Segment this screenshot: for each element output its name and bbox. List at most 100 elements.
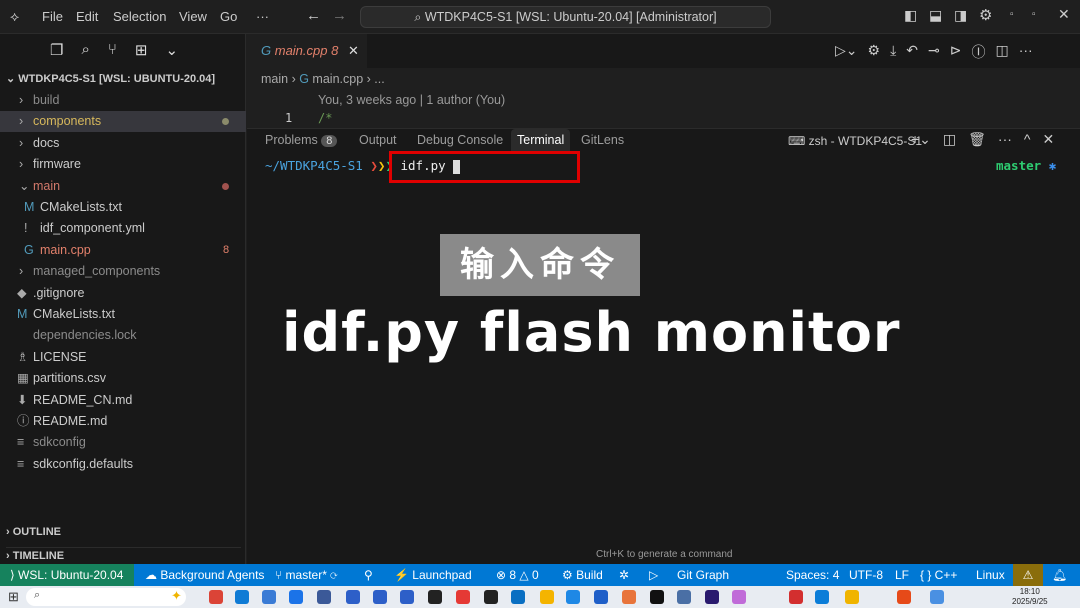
taskbar-app-icon[interactable] — [540, 590, 554, 604]
launchpad[interactable]: ⚡ Launchpad — [394, 564, 472, 586]
background-agents[interactable]: ☁ Background Agents — [145, 564, 264, 586]
toggle-sidebar-icon[interactable]: ◧ — [904, 7, 917, 24]
breadcrumb-symbol[interactable]: ... — [374, 72, 384, 86]
menu-file[interactable]: File — [42, 9, 63, 24]
taskbar-app-icon[interactable] — [815, 590, 829, 604]
close-panel-icon[interactable]: ✕ — [1043, 131, 1055, 148]
file-tree-item[interactable]: ◆ .gitignore — [0, 283, 246, 304]
code-line[interactable]: /* — [318, 111, 332, 125]
start-icon[interactable]: ⊞ — [8, 589, 19, 605]
eol[interactable]: LF — [895, 564, 909, 586]
file-tree-item[interactable]: dependencies.lock — [0, 325, 246, 346]
menu-selection[interactable]: Selection — [113, 9, 166, 24]
taskbar-app-icon[interactable] — [289, 590, 303, 604]
taskbar-app-icon[interactable] — [566, 590, 580, 604]
taskbar-app-icon[interactable] — [930, 590, 944, 604]
menu-edit[interactable]: Edit — [76, 9, 98, 24]
tab-gitlens[interactable]: GitLens — [581, 133, 624, 147]
search-icon[interactable]: ⌕ — [81, 41, 89, 59]
breadcrumb-main[interactable]: main — [261, 72, 288, 86]
taskbar-app-icon[interactable] — [789, 590, 803, 604]
breadcrumb-file[interactable]: main.cpp — [312, 72, 363, 86]
file-tree-item[interactable]: ≡ sdkconfig — [0, 432, 246, 453]
taskbar-app-icon[interactable] — [705, 590, 719, 604]
problems-status[interactable]: ⊗ 8 △ 0 — [496, 564, 539, 586]
taskbar-app-icon[interactable] — [677, 590, 691, 604]
step-back-icon[interactable]: ↶ — [906, 42, 918, 62]
gitlens-icon[interactable]: Ⓘ — [971, 42, 985, 62]
more-icon[interactable]: ··· — [998, 131, 1012, 148]
file-tree-item[interactable]: ⓘ README.md — [0, 411, 246, 432]
taskbar-app-icon[interactable] — [650, 590, 664, 604]
taskbar-app-icon[interactable] — [209, 590, 223, 604]
split-terminal-icon[interactable]: ◫ — [943, 131, 956, 148]
file-tree-item[interactable]: ⬇ README_CN.md — [0, 390, 246, 411]
workspace-root[interactable]: ⌄ WTDKP4C5-S1 [WSL: UBUNTU-20.04] — [6, 72, 215, 85]
file-tree-item[interactable]: › build — [0, 90, 246, 111]
menu-view[interactable]: View — [179, 9, 207, 24]
taskbar-app-icon[interactable] — [845, 590, 859, 604]
clock[interactable]: 18:10 2025/9/25 — [1012, 587, 1048, 607]
flash-icon[interactable]: ⤓ — [890, 42, 896, 62]
taskbar-app-icon[interactable] — [373, 590, 387, 604]
next-change-icon[interactable]: ⊳ — [950, 42, 962, 62]
file-tree-item[interactable]: › managed_components — [0, 261, 246, 282]
settings-gear-icon[interactable]: ⚙ — [979, 6, 992, 24]
taskbar-app-icon[interactable] — [456, 590, 470, 604]
indentation[interactable]: Spaces: 4 — [786, 564, 839, 586]
debug-icon[interactable]: ✲ — [619, 564, 629, 586]
taskbar-app-icon[interactable] — [594, 590, 608, 604]
maximize-icon[interactable]: ▫ — [1032, 9, 1036, 20]
file-tree-item[interactable]: › docs — [0, 133, 246, 154]
explorer-icon[interactable]: ❐ — [50, 41, 63, 59]
commit-icon[interactable]: ⊸ — [928, 42, 940, 62]
taskbar-app-icon[interactable] — [317, 590, 331, 604]
file-tree-item[interactable]: M CMakeLists.txt — [0, 197, 246, 218]
tab-output[interactable]: Output — [359, 133, 397, 147]
menu-more[interactable]: ··· — [256, 9, 269, 24]
kill-terminal-icon[interactable]: 🗑 — [968, 131, 986, 148]
taskbar-app-icon[interactable] — [622, 590, 636, 604]
file-tree-item[interactable]: ⌄ main — [0, 176, 246, 197]
codelens-blame[interactable]: You, 3 weeks ago | 1 author (You) — [318, 93, 505, 107]
menu-go[interactable]: Go — [220, 9, 237, 24]
notifications-bell-icon[interactable]: 🔔︎ — [1052, 564, 1067, 586]
taskbar-search[interactable]: ⌕ ✦ — [26, 588, 186, 606]
new-terminal-icon[interactable]: +⌄ — [911, 131, 931, 148]
minimize-icon[interactable]: ▫ — [1010, 9, 1014, 20]
more-actions-icon[interactable]: ··· — [1019, 42, 1033, 62]
back-icon[interactable]: ← — [306, 7, 321, 24]
close-window-icon[interactable]: ✕ — [1058, 6, 1070, 23]
sync-icon[interactable]: ⟳ — [330, 568, 337, 582]
settings-icon[interactable]: ⚙ — [868, 42, 881, 62]
file-tree-item[interactable]: › components — [0, 111, 246, 133]
tab-debug-console[interactable]: Debug Console — [417, 133, 503, 147]
chevron-down-icon[interactable]: ⌄ — [165, 41, 178, 59]
taskbar-app-icon[interactable] — [897, 590, 911, 604]
taskbar-app-icon[interactable] — [235, 590, 249, 604]
extensions-icon[interactable]: ⊞ — [135, 41, 148, 59]
toggle-secondary-sidebar-icon[interactable]: ◨ — [954, 7, 967, 24]
run-debug-icon[interactable]: ▷⌄ — [835, 42, 858, 62]
language-mode[interactable]: { } C++ — [920, 564, 957, 586]
file-tree-item[interactable]: ▦ partitions.csv — [0, 368, 246, 389]
source-control-icon[interactable]: ⑂ — [108, 41, 117, 59]
taskbar-app-icon[interactable] — [346, 590, 360, 604]
forward-icon[interactable]: → — [332, 7, 347, 24]
close-tab-icon[interactable]: ✕ — [348, 43, 359, 58]
build-button[interactable]: ⚙ Build — [562, 564, 603, 586]
terminal-instance[interactable]: ⌨ zsh - WTDKP4C5-S1 — [788, 134, 922, 148]
toggle-panel-icon[interactable]: ⬓ — [929, 7, 942, 24]
timeline-section[interactable]: › TIMELINE — [6, 547, 241, 562]
file-tree-item[interactable]: ≡ sdkconfig.defaults — [0, 454, 246, 475]
file-tree-item[interactable]: M CMakeLists.txt — [0, 304, 246, 325]
taskbar-app-icon[interactable] — [400, 590, 414, 604]
file-tree-item[interactable]: › firmware — [0, 154, 246, 175]
run-icon[interactable]: ▷ — [649, 564, 658, 586]
file-tree-item[interactable]: ♗ LICENSE — [0, 347, 246, 368]
taskbar-app-icon[interactable] — [732, 590, 746, 604]
taskbar-app-icon[interactable] — [428, 590, 442, 604]
encoding[interactable]: UTF-8 — [849, 564, 883, 586]
platform[interactable]: Linux — [976, 564, 1005, 586]
warning-icon[interactable]: ⚠ — [1013, 564, 1043, 586]
